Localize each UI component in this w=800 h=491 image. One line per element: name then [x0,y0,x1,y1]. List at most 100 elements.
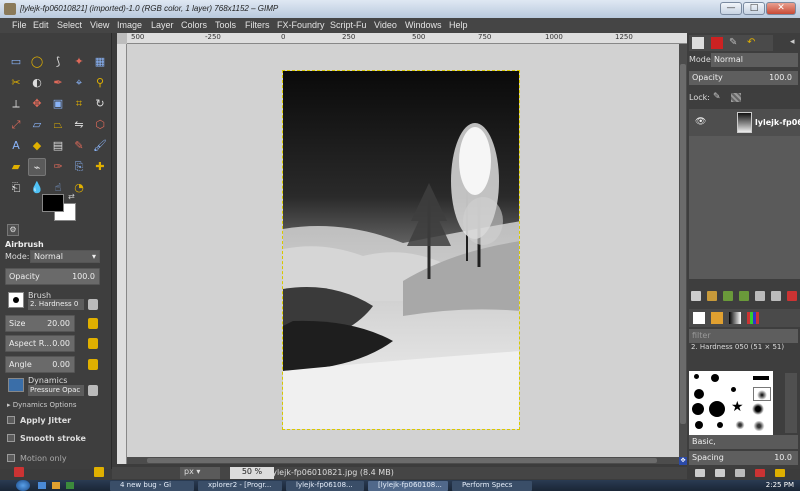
menu-video[interactable]: Video [374,20,397,30]
edit-brush-button-icon[interactable] [695,469,705,477]
text-icon[interactable]: A [7,137,25,155]
cage-icon[interactable]: ⬡ [91,116,109,134]
taskbar-task-3[interactable]: lylejk-fp06108... [286,481,364,491]
horizontal-scroll-thumb[interactable] [147,458,657,463]
menu-windows[interactable]: Windows [405,20,442,30]
brush-tag-field[interactable]: Basic, [689,435,798,449]
taskbar-task-1[interactable]: 4 new bug - Gi [110,481,194,491]
taskbar-task-2[interactable]: xplorer2 - [Progr... [198,481,282,491]
brushes-tab-icon[interactable] [693,312,705,324]
palettes-tab-icon[interactable] [747,312,759,324]
menu-layer[interactable]: Layer [151,20,174,30]
brush-preview[interactable] [8,292,24,308]
crop-icon[interactable]: ⌗ [70,95,88,113]
horizontal-scrollbar[interactable] [127,457,679,464]
move-icon[interactable]: ✥ [28,95,46,113]
reset-angle-icon[interactable] [88,359,98,370]
delete-brush-icon[interactable] [755,469,765,477]
system-clock[interactable]: 2:25 PM [766,481,794,489]
dynamics-field[interactable]: Pressure Opac [28,385,84,396]
brush-item[interactable] [695,421,703,429]
lock-pixels-icon[interactable]: ✎ [713,92,721,102]
brush-item[interactable] [692,403,704,415]
patterns-tab-icon[interactable] [711,312,723,324]
scissors-icon[interactable]: ✂ [7,74,25,92]
perspective-icon[interactable]: ⏢ [49,116,67,134]
brush-item[interactable] [753,421,765,431]
reset-aspect-icon[interactable] [88,338,98,349]
color-picker-icon[interactable]: ⌖ [70,74,88,92]
raise-layer-icon[interactable] [723,291,733,301]
foreground-color-swatch[interactable] [42,194,64,212]
layer-mode-dropdown[interactable]: Normal [711,53,798,67]
clone-icon[interactable]: ⎘ [70,158,88,176]
brush-item[interactable] [731,387,736,392]
brush-grid[interactable]: ★ [689,371,773,436]
reset-size-icon[interactable] [88,318,98,329]
menu-edit[interactable]: Edit [33,20,49,30]
edit-dynamics-icon[interactable] [88,385,98,396]
navigate-icon[interactable]: ✥ [679,457,687,465]
zoom-icon[interactable]: ⚲ [91,74,109,92]
layers-list[interactable]: 👁 lylejk-fp060 [689,109,800,279]
aspect-ratio-slider[interactable]: Aspect R... 0.00 [5,335,75,352]
new-layer-icon[interactable] [691,291,701,301]
menu-colors[interactable]: Colors [181,20,207,30]
select-by-color-icon[interactable]: ▦ [91,53,109,71]
perspective-clone-icon[interactable]: ⎗ [7,179,25,197]
new-brush-icon[interactable] [715,469,725,477]
taskbar-task-4[interactable]: [lylejk-fp060108... [368,481,448,491]
layers-tab-icon[interactable] [692,37,704,49]
start-button-icon[interactable] [16,480,30,491]
brush-item[interactable] [709,401,725,417]
minimize-button[interactable]: — [720,2,742,15]
heal-icon[interactable]: ✚ [91,158,109,176]
brush-item[interactable] [717,422,723,428]
fuzzy-select-icon[interactable]: ✦ [70,53,88,71]
scale-icon[interactable]: ⤢ [7,116,25,134]
quicklaunch-icon[interactable] [52,482,60,489]
brush-item[interactable] [694,374,699,379]
lower-layer-icon[interactable] [739,291,749,301]
align-icon[interactable]: ▣ [49,95,67,113]
blend-icon[interactable]: ▤ [49,137,67,155]
refresh-brushes-icon[interactable] [775,469,785,477]
brush-grid-scrollbar[interactable] [785,373,797,433]
ellipse-select-icon[interactable]: ◯ [28,53,46,71]
brush-filter-input[interactable]: filter [689,329,798,343]
maximize-button[interactable]: □ [743,2,765,15]
smooth-stroke-checkbox[interactable] [7,434,15,442]
dock-menu-icon[interactable]: ◂ [790,37,795,47]
vertical-scrollbar[interactable] [679,44,687,457]
duplicate-layer-icon[interactable] [755,291,765,301]
menu-image[interactable]: Image [117,20,142,30]
gradients-tab-icon[interactable] [729,312,741,324]
brush-item[interactable] [753,376,769,380]
shear-icon[interactable]: ▱ [28,116,46,134]
anchor-layer-icon[interactable] [771,291,781,301]
menu-view[interactable]: View [90,20,109,30]
menu-help[interactable]: Help [449,20,468,30]
measure-icon[interactable]: ⟂ [7,95,25,113]
eye-visibility-icon[interactable]: 👁 [695,117,706,127]
image-canvas[interactable] [127,44,679,457]
layer-name[interactable]: lylejk-fp060 [755,118,800,127]
free-select-icon[interactable]: ⟆ [49,53,67,71]
dynamics-preview-icon[interactable] [8,378,24,392]
menu-fx-foundry[interactable]: FX-Foundry [277,20,325,30]
brush-item[interactable] [735,421,745,429]
menu-tools[interactable]: Tools [215,20,236,30]
foreground-select-icon[interactable]: ◐ [28,74,46,92]
delete-layer-icon[interactable] [787,291,797,301]
ruler-corner[interactable] [117,33,127,44]
paintbrush-icon[interactable]: 🖌 [91,137,109,155]
ink-icon[interactable]: ✑ [49,158,67,176]
opacity-slider[interactable]: Opacity 100.0 [5,268,100,285]
taskbar-task-5[interactable]: Perform Specs [452,481,532,491]
lock-alpha-icon[interactable] [731,93,741,102]
edit-brush-icon[interactable] [88,299,98,310]
quicklaunch-icon[interactable] [66,482,74,489]
rect-select-icon[interactable]: ▭ [7,53,25,71]
menu-file[interactable]: File [12,20,27,30]
brush-item-selected[interactable] [753,387,771,401]
